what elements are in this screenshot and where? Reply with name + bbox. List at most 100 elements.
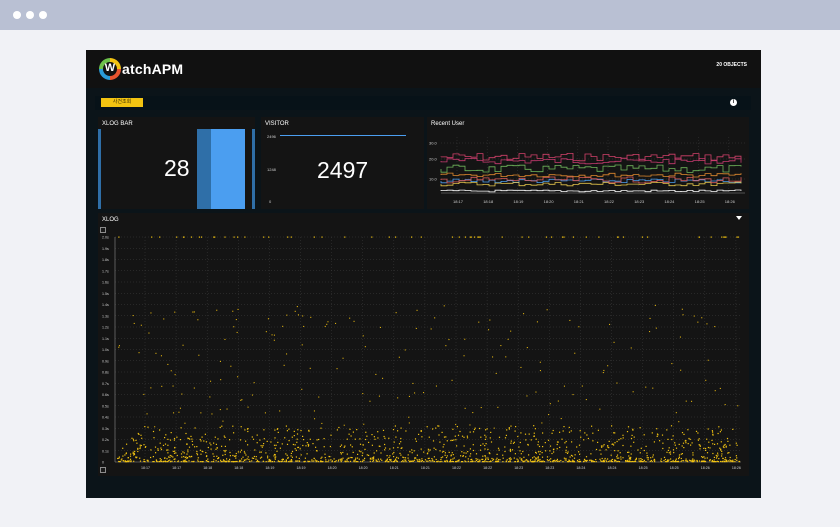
xlog-point xyxy=(499,459,501,461)
xlog-point xyxy=(368,454,370,456)
xlog-point xyxy=(155,459,157,461)
logo-icon[interactable]: W xyxy=(99,58,121,80)
xlog-point xyxy=(140,434,142,436)
xlog-point xyxy=(469,448,471,450)
xlog-point xyxy=(535,391,537,393)
xlog-point xyxy=(361,454,363,457)
brand-name[interactable]: atchAPM xyxy=(122,61,183,77)
xlog-point xyxy=(191,440,193,442)
xlog-point xyxy=(590,453,592,455)
xlog-point xyxy=(311,460,313,462)
objects-count[interactable]: 20 OBJECTS xyxy=(716,62,747,68)
xlog-point xyxy=(718,458,720,460)
xlog-point xyxy=(464,407,466,409)
xlog-point xyxy=(413,459,416,461)
xlog-point xyxy=(678,456,680,458)
xlog-point xyxy=(633,441,635,443)
xlog-point xyxy=(542,446,544,448)
xlog-point xyxy=(610,454,612,456)
xlog-point xyxy=(432,428,434,430)
xlog-point xyxy=(150,456,152,459)
xlog-point xyxy=(342,451,344,454)
xlog-point xyxy=(520,453,522,455)
xlog-point xyxy=(452,428,454,430)
xlog-point xyxy=(240,399,242,401)
xlog-point xyxy=(192,311,194,313)
xlog-point xyxy=(253,457,255,459)
xlog-point xyxy=(484,455,486,457)
xlog-point xyxy=(633,461,635,463)
xlog-point xyxy=(373,436,375,438)
xlog-point xyxy=(267,460,269,462)
xlog-point xyxy=(710,236,712,238)
xlog-point xyxy=(318,438,320,441)
xlog-point xyxy=(313,236,315,238)
xlog-point xyxy=(274,457,276,459)
xlog-point xyxy=(561,438,563,440)
y-tick-label: 2.0s xyxy=(102,236,109,240)
xlog-point xyxy=(597,429,599,431)
xlog-point xyxy=(405,461,407,463)
xlog-point xyxy=(118,461,121,463)
xlog-point xyxy=(525,439,527,441)
xlog-point xyxy=(411,452,413,454)
xlog-point xyxy=(336,429,338,431)
xlog-point xyxy=(652,454,654,456)
xlog-point xyxy=(532,461,534,463)
xlog-point xyxy=(690,460,692,462)
xlog-point xyxy=(627,426,630,428)
xlog-point xyxy=(258,461,260,463)
xlog-point xyxy=(430,460,432,462)
info-icon[interactable]: i xyxy=(730,99,737,106)
xlog-point xyxy=(606,461,608,463)
xlog-point xyxy=(402,456,404,458)
xlog-point xyxy=(326,323,328,325)
xlog-point xyxy=(638,458,640,460)
xlog-point xyxy=(247,456,249,458)
xlog-point xyxy=(723,444,725,446)
xlog-point xyxy=(407,454,409,456)
xlog-point xyxy=(639,427,641,429)
xlog-point xyxy=(292,443,294,446)
xlog-point xyxy=(580,436,582,438)
xlog-point xyxy=(364,448,366,450)
xlog-point xyxy=(276,450,278,452)
xlog-point xyxy=(267,457,269,459)
xlog-point xyxy=(418,458,420,461)
xlog-point xyxy=(438,434,440,436)
xlog-point xyxy=(329,445,331,448)
xlog-point xyxy=(509,448,511,450)
xlog-point xyxy=(413,450,415,452)
xlog-point xyxy=(678,458,680,460)
xlog-point xyxy=(377,437,379,439)
search-filter-button[interactable]: 사건조회 xyxy=(101,98,143,107)
xlog-point xyxy=(233,326,235,328)
xlog-point xyxy=(251,457,253,459)
xlog-point xyxy=(357,461,359,463)
x-tick-label: 18:22 xyxy=(483,466,492,470)
xlog-point xyxy=(465,452,467,454)
xlog-point xyxy=(570,460,572,463)
xlog-point xyxy=(139,457,141,459)
xlog-point xyxy=(717,432,719,435)
xlog-point xyxy=(324,457,326,459)
xlog-point xyxy=(418,433,420,435)
xlog-point xyxy=(666,451,668,453)
xlog-point xyxy=(230,365,232,367)
xlog-point xyxy=(564,442,566,444)
xlog-point xyxy=(463,436,465,438)
x-tick-label: 18:25 xyxy=(695,199,706,204)
xlog-point xyxy=(620,456,622,458)
xlog-point xyxy=(551,236,553,238)
xlog-point xyxy=(486,428,488,430)
xlog-point xyxy=(734,459,736,461)
xlog-point xyxy=(509,459,511,461)
xlog-point xyxy=(297,446,299,449)
xlog-point xyxy=(469,424,471,426)
xlog-point xyxy=(140,324,142,326)
xlog-point xyxy=(630,458,632,460)
xlog-point xyxy=(645,445,647,447)
xlog-point xyxy=(280,461,283,463)
xlog-point xyxy=(703,447,705,449)
xlog-point xyxy=(616,457,618,459)
